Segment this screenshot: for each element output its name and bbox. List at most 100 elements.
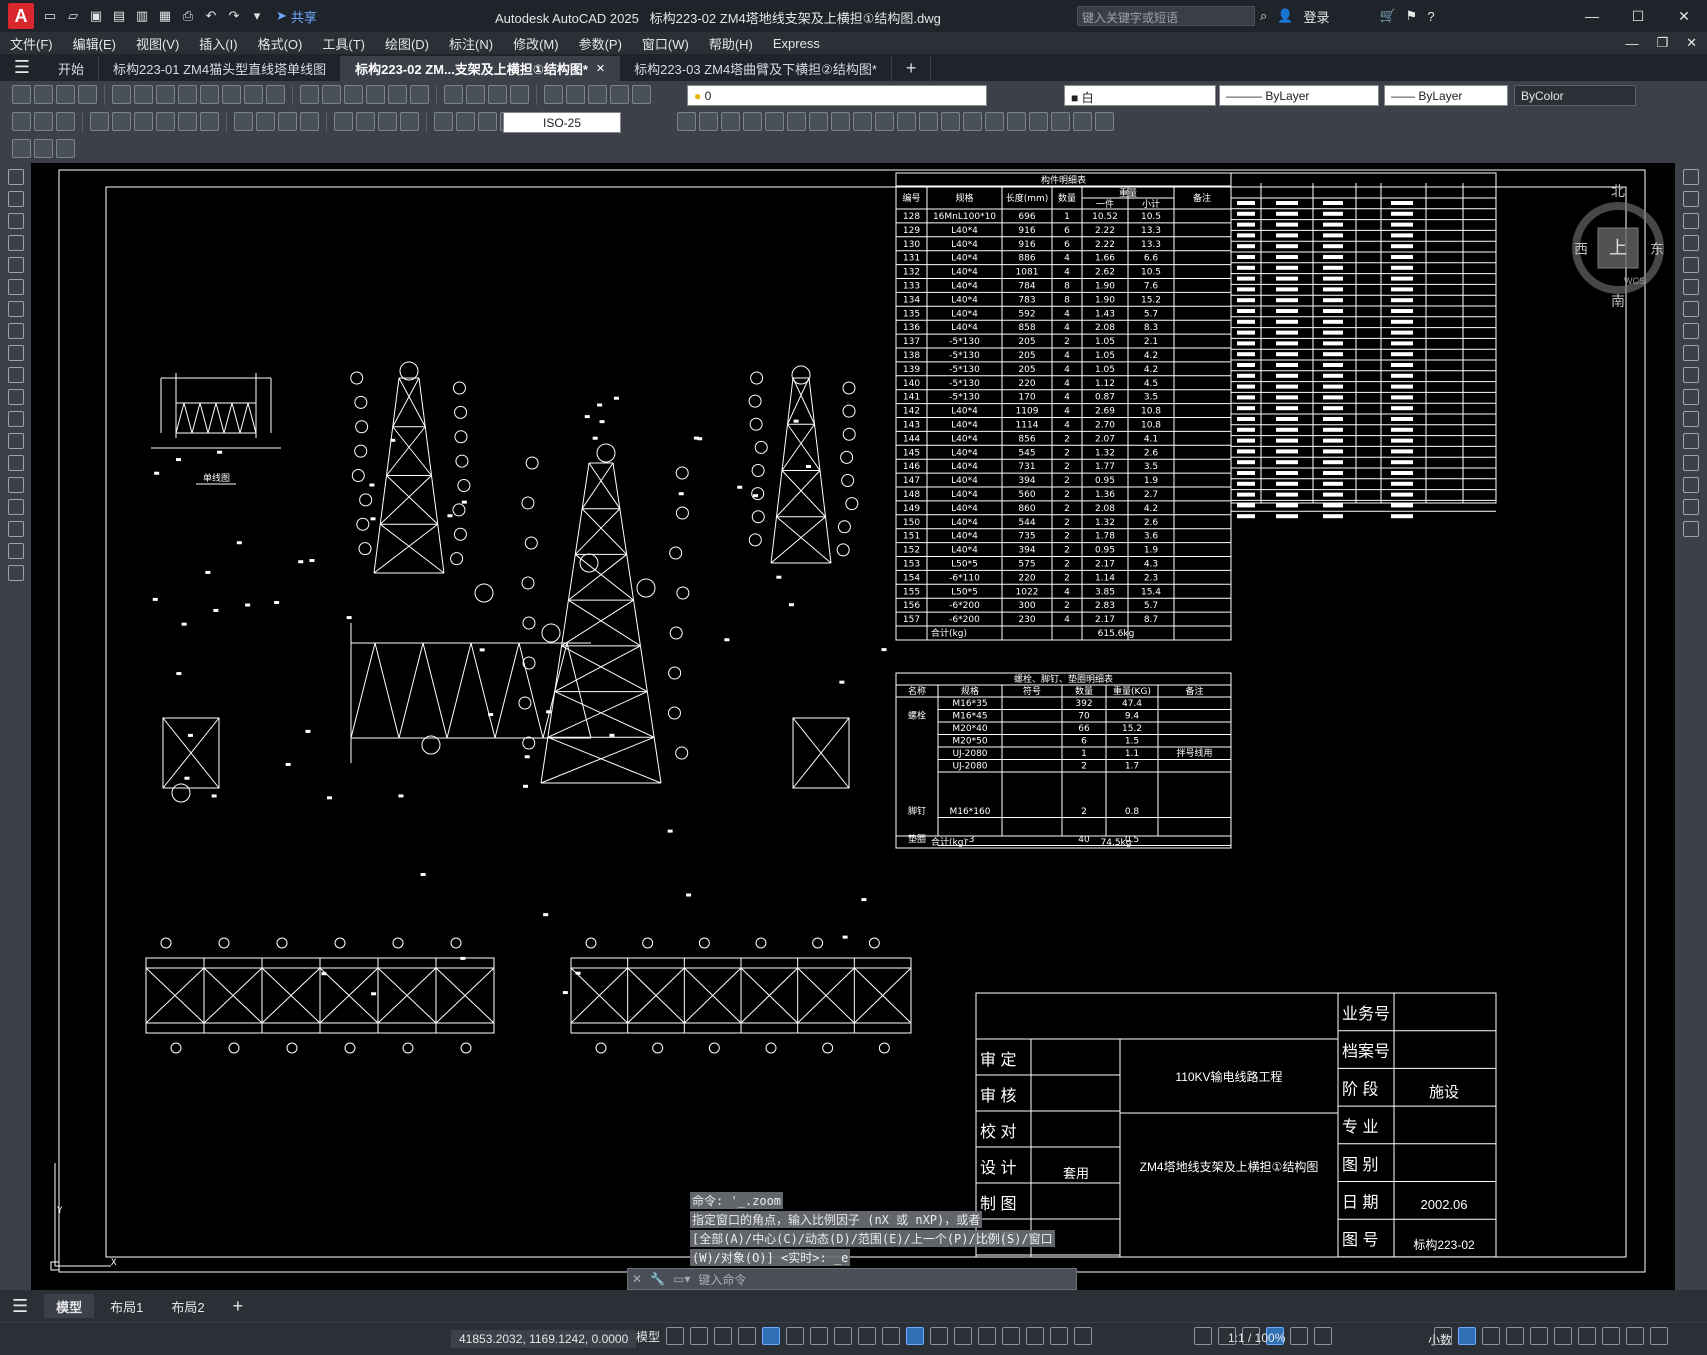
tool-icon[interactable] [156, 112, 175, 131]
modify-tool-icon[interactable] [787, 112, 806, 131]
close-command-icon[interactable]: ✕ [632, 1272, 642, 1286]
menu-item-8[interactable]: 修改(M) [503, 34, 569, 53]
modify-tool-icon[interactable] [677, 112, 696, 131]
modify-tool-icon[interactable] [985, 112, 1004, 131]
tool-icon[interactable] [488, 85, 507, 104]
modify-tool-icon[interactable] [1095, 112, 1114, 131]
new-tab-button[interactable]: + [892, 56, 932, 81]
tool-icon[interactable] [466, 85, 485, 104]
tool-icon[interactable] [34, 85, 53, 104]
palette-tool-icon[interactable] [8, 565, 24, 581]
tool-icon[interactable] [234, 112, 253, 131]
palette-tool-icon[interactable] [1683, 191, 1699, 207]
palette-tool-icon[interactable] [8, 477, 24, 493]
tool-icon[interactable] [378, 112, 397, 131]
tool-icon[interactable] [12, 112, 31, 131]
tool-icon[interactable] [588, 85, 607, 104]
menu-item-3[interactable]: 插入(I) [189, 34, 247, 53]
palette-tool-icon[interactable] [8, 433, 24, 449]
app-logo[interactable]: A [8, 3, 34, 29]
menu-item-11[interactable]: 帮助(H) [699, 34, 763, 53]
palette-tool-icon[interactable] [1683, 257, 1699, 273]
modify-tool-icon[interactable] [875, 112, 894, 131]
color-dropdown[interactable]: ■ 白 [1064, 85, 1216, 106]
palette-tool-icon[interactable] [8, 345, 24, 361]
viewcube-top-label[interactable]: 上 [1609, 238, 1627, 258]
status-toggle-icon[interactable] [858, 1327, 876, 1345]
menu-item-10[interactable]: 窗口(W) [632, 34, 699, 53]
tool-icon[interactable] [56, 85, 75, 104]
tool-icon[interactable] [12, 85, 31, 104]
doc-restore-button[interactable]: ❐ [1656, 35, 1668, 51]
share-button[interactable]: ➤ 共享 [276, 7, 317, 26]
file-tab-3[interactable]: 标构223-03 ZM4塔曲臂及下横担②结构图* [620, 56, 892, 81]
status-toggle-icon[interactable] [1650, 1327, 1668, 1345]
status-toggle-icon[interactable] [738, 1327, 756, 1345]
status-toggle-icon[interactable] [1194, 1327, 1212, 1345]
palette-tool-icon[interactable] [8, 521, 24, 537]
status-toggle-icon[interactable] [1506, 1327, 1524, 1345]
status-toggle-icon[interactable] [1074, 1327, 1092, 1345]
palette-tool-icon[interactable] [1683, 433, 1699, 449]
tool-icon[interactable] [90, 112, 109, 131]
tool-icon[interactable] [356, 112, 375, 131]
new-icon[interactable]: ▭ [40, 6, 60, 26]
tool-icon[interactable] [300, 112, 319, 131]
menu-item-7[interactable]: 标注(N) [439, 34, 503, 53]
modify-tool-icon[interactable] [963, 112, 982, 131]
modify-tool-icon[interactable] [941, 112, 960, 131]
palette-tool-icon[interactable] [8, 257, 24, 273]
palette-tool-icon[interactable] [8, 389, 24, 405]
file-tab-1[interactable]: 标构223-01 ZM4猫头型直线塔单线图 [99, 56, 341, 81]
tool-icon[interactable] [456, 112, 475, 131]
layout-menu-icon[interactable]: ☰ [0, 1294, 40, 1318]
tool-icon[interactable] [134, 85, 153, 104]
menu-item-2[interactable]: 视图(V) [126, 34, 189, 53]
status-toggle-icon[interactable] [906, 1327, 924, 1345]
tool-icon[interactable] [266, 85, 285, 104]
tool-icon[interactable] [200, 112, 219, 131]
palette-tool-icon[interactable] [8, 235, 24, 251]
palette-tool-icon[interactable] [1683, 389, 1699, 405]
palette-tool-icon[interactable] [1683, 455, 1699, 471]
modify-tool-icon[interactable] [897, 112, 916, 131]
search-input[interactable]: 键入关键字或短语 [1077, 6, 1255, 26]
palette-tool-icon[interactable] [8, 323, 24, 339]
modify-tool-icon[interactable] [1029, 112, 1048, 131]
undo-icon[interactable]: ↶ [201, 6, 221, 26]
tool-icon[interactable] [278, 112, 297, 131]
tool-icon[interactable] [200, 85, 219, 104]
wcs-menu[interactable]: WCS [1624, 276, 1645, 286]
tool-icon[interactable] [334, 112, 353, 131]
print-icon[interactable]: ⎙ [178, 6, 198, 26]
annotation-scale[interactable]: 1:1 / 100% [1228, 1331, 1285, 1345]
plotstyle-dropdown[interactable]: ByColor [1514, 85, 1636, 106]
status-toggle-icon[interactable] [1458, 1327, 1476, 1345]
viewcube[interactable]: 上 北 南 东 西 WCS [1568, 178, 1668, 318]
palette-tool-icon[interactable] [8, 411, 24, 427]
palette-tool-icon[interactable] [1683, 213, 1699, 229]
tool-icon[interactable] [134, 112, 153, 131]
palette-tool-icon[interactable] [1683, 499, 1699, 515]
status-toggle-icon[interactable] [1026, 1327, 1044, 1345]
palette-tool-icon[interactable] [8, 367, 24, 383]
palette-tool-icon[interactable] [8, 169, 24, 185]
login-button[interactable]: 登录 [1303, 7, 1329, 26]
file-tab-2[interactable]: 标构223-02 ZM...支架及上横担①结构图* ✕ [341, 56, 620, 81]
status-toggle-icon[interactable] [690, 1327, 708, 1345]
compass-south[interactable]: 南 [1611, 293, 1625, 309]
palette-tool-icon[interactable] [1683, 411, 1699, 427]
lineweight-dropdown[interactable]: —— ByLayer [1384, 85, 1508, 106]
compass-east[interactable]: 东 [1650, 241, 1664, 257]
doc-close-button[interactable]: ✕ [1686, 35, 1697, 51]
tool-icon[interactable] [544, 85, 563, 104]
tool-icon[interactable] [56, 139, 75, 158]
save-as-icon[interactable]: ▤ [109, 6, 129, 26]
wrench-icon[interactable]: 🔧 [650, 1272, 665, 1286]
palette-tool-icon[interactable] [1683, 301, 1699, 317]
status-toggle-icon[interactable] [1290, 1327, 1308, 1345]
menu-item-4[interactable]: 格式(O) [248, 34, 313, 53]
modify-tool-icon[interactable] [853, 112, 872, 131]
modify-tool-icon[interactable] [1007, 112, 1026, 131]
status-toggle-icon[interactable] [1602, 1327, 1620, 1345]
